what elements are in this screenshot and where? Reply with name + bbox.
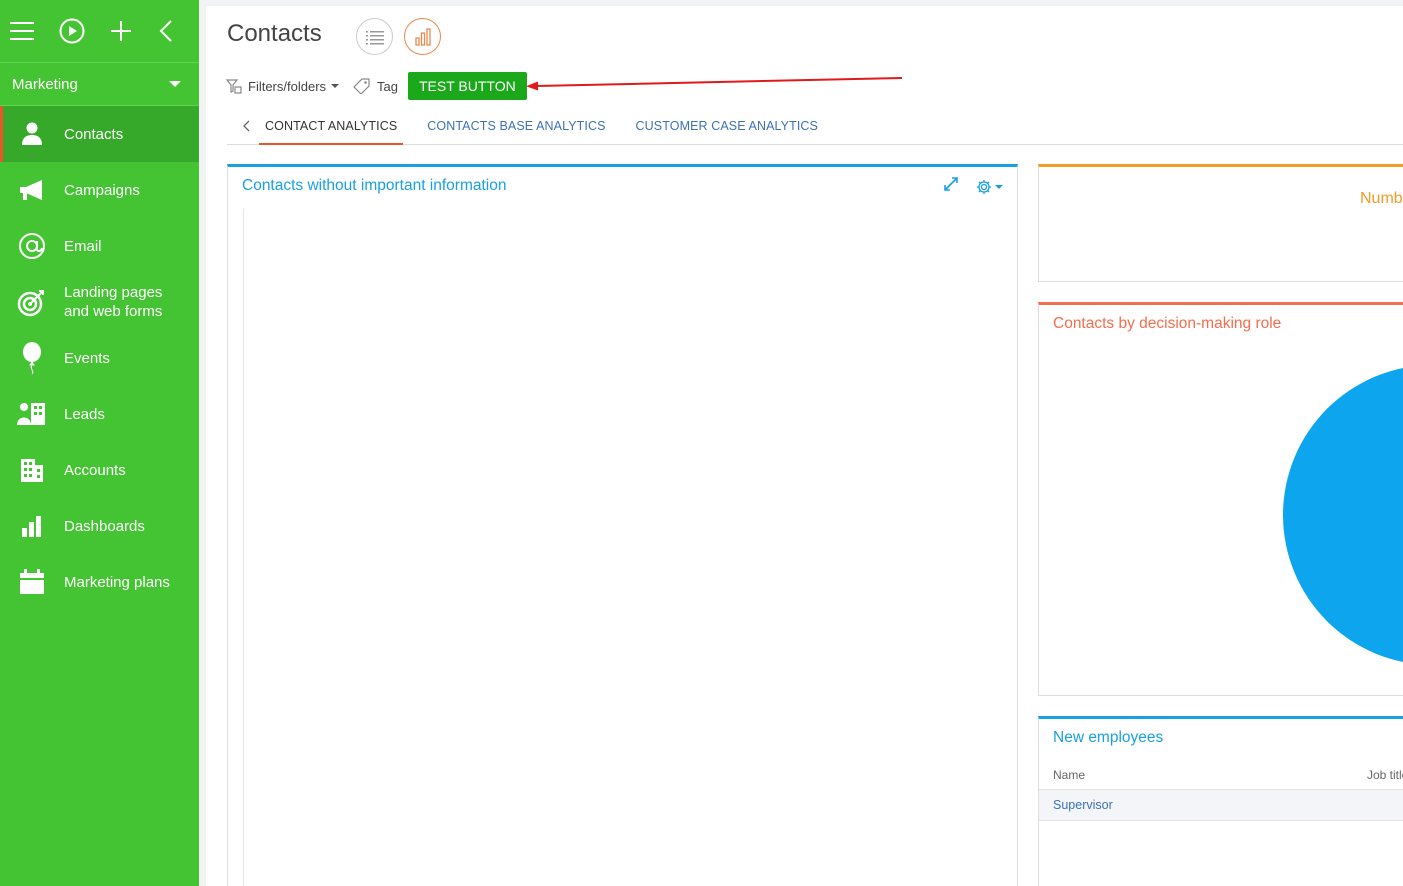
tab-contacts-base-analytics[interactable]: CONTACTS BASE ANALYTICS (427, 113, 605, 145)
widget-actions (944, 177, 1003, 196)
workspace-selector[interactable]: Marketing (0, 63, 199, 106)
tab-contact-analytics[interactable]: CONTACT ANALYTICS (259, 113, 404, 145)
sidebar-item-label: Leads (64, 405, 105, 423)
menu-icon[interactable] (10, 18, 34, 44)
expand-icon[interactable] (944, 177, 958, 196)
column-header-name[interactable]: Name (1053, 768, 1085, 782)
leads-icon (0, 401, 64, 427)
analytics-tabs: CONTACT ANALYTICS CONTACTS BASE ANALYTIC… (227, 113, 1403, 145)
tag-icon (353, 78, 370, 94)
annotation-arrow (526, 77, 903, 91)
target-icon (0, 287, 64, 317)
analytics-icon (414, 27, 431, 46)
balloon-icon (0, 341, 64, 375)
sidebar-top-bar (0, 0, 199, 63)
tag-button[interactable]: Tag (353, 78, 398, 94)
widget-number: Numb (1038, 164, 1403, 282)
tag-label: Tag (377, 78, 398, 94)
toolbar: Filters/folders Tag TEST BUTTON (226, 72, 527, 100)
at-icon (0, 232, 64, 260)
filters-folders-label: Filters/folders (248, 78, 327, 94)
process-play-icon[interactable] (59, 18, 85, 44)
sidebar-item-label: Dashboards (64, 517, 145, 535)
page-title: Contacts (227, 20, 322, 47)
table-row[interactable]: Supervisor (1039, 789, 1403, 821)
filter-icon (226, 79, 242, 94)
sidebar-item-dashboards[interactable]: Dashboards (0, 498, 199, 554)
calendar-icon (0, 569, 64, 595)
sidebar-item-email[interactable]: Email (0, 218, 199, 274)
megaphone-icon (0, 178, 64, 202)
widget-title: Contacts without important information (242, 177, 507, 194)
add-icon[interactable] (110, 18, 132, 44)
chevron-down-icon (995, 184, 1003, 189)
workspace-label: Marketing (12, 75, 78, 93)
widget-body (243, 209, 1003, 886)
bar-chart-icon (0, 514, 64, 538)
widget-new-employees: New employees Name Job title Supervisor (1038, 716, 1403, 886)
list-icon (365, 30, 384, 44)
sidebar: Marketing Contacts Campaigns Email Landi… (0, 0, 199, 886)
chevron-down-icon (331, 84, 340, 88)
building-icon (0, 457, 64, 483)
sidebar-item-label: Accounts (64, 461, 126, 479)
sidebar-item-campaigns[interactable]: Campaigns (0, 162, 199, 218)
sidebar-item-label: Campaigns (64, 181, 140, 199)
list-view-button[interactable] (356, 18, 393, 55)
person-icon (0, 122, 64, 146)
sidebar-item-leads[interactable]: Leads (0, 386, 199, 442)
sidebar-item-label: Email (64, 237, 102, 255)
sidebar-item-landing-pages[interactable]: Landing pages and web forms (0, 274, 199, 330)
collapse-sidebar-icon[interactable] (157, 18, 174, 44)
sidebar-item-label: Landing pages and web forms (64, 284, 163, 320)
sidebar-item-marketing-plans[interactable]: Marketing plans (0, 554, 199, 610)
widget-decision-role: Contacts by decision-making role (1038, 302, 1403, 696)
widget-title: Contacts by decision-making role (1053, 315, 1282, 332)
widget-contacts-without-info: Contacts without important information (227, 164, 1018, 886)
chevron-down-icon (169, 81, 181, 87)
pie-slice[interactable] (1283, 365, 1403, 665)
sidebar-item-contacts[interactable]: Contacts (0, 106, 199, 162)
tab-customer-case-analytics[interactable]: CUSTOMER CASE ANALYTICS (636, 113, 818, 145)
column-header-job-title[interactable]: Job title (1367, 768, 1403, 782)
filters-folders-button[interactable]: Filters/folders (226, 78, 340, 94)
widget-title: Numb (1360, 190, 1403, 207)
test-button[interactable]: TEST BUTTON (408, 72, 527, 100)
sidebar-item-events[interactable]: Events (0, 330, 199, 386)
employee-name[interactable]: Supervisor (1053, 798, 1113, 812)
sidebar-item-accounts[interactable]: Accounts (0, 442, 199, 498)
widget-title: New employees (1053, 729, 1164, 746)
sidebar-item-label: Contacts (64, 125, 124, 143)
main-content: Contacts Filters/folders Tag TEST BUTTON… (206, 6, 1403, 886)
chevron-left-icon (243, 120, 250, 132)
sidebar-item-label: Events (64, 349, 110, 367)
sidebar-item-label: Marketing plans (64, 573, 170, 591)
analytics-view-button[interactable] (404, 18, 441, 55)
gear-icon[interactable] (976, 179, 1003, 195)
